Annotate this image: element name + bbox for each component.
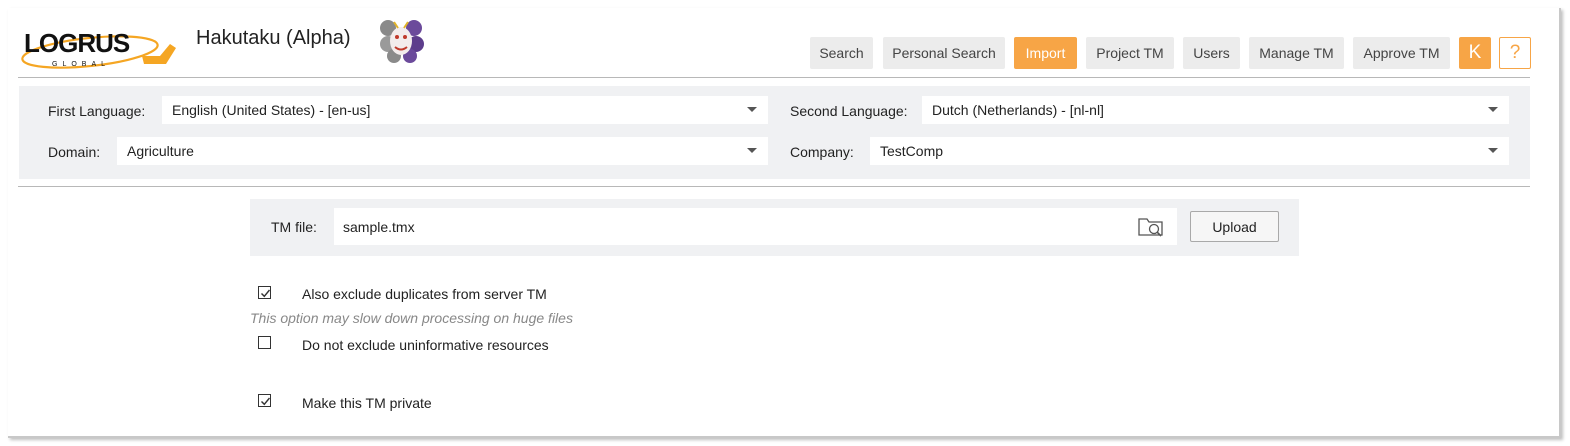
uninformative-checkbox[interactable] (258, 336, 271, 349)
help-button[interactable]: ? (1499, 37, 1531, 69)
hakutaku-mascot-icon (380, 20, 424, 63)
nav-users-button[interactable]: Users (1183, 37, 1240, 69)
svg-text:LOGRUS: LOGRUS (24, 28, 130, 58)
chevron-down-icon (747, 107, 757, 112)
chevron-down-icon (747, 148, 757, 153)
domain-label: Domain: (48, 144, 101, 160)
filter-divider (18, 186, 1530, 187)
domain-value: Agriculture (127, 143, 194, 159)
checkmark-icon (261, 289, 271, 298)
tm-file-label: TM file: (271, 219, 317, 235)
app-window: LOGRUS GLOBAL Hakutaku (Alpha) Search Pe… (8, 8, 1561, 438)
chevron-down-icon (1488, 148, 1498, 153)
logrus-global-logo: LOGRUS GLOBAL (21, 28, 176, 69)
user-avatar-button[interactable]: K (1459, 37, 1491, 69)
tm-file-value: sample.tmx (343, 218, 415, 235)
exclude-duplicates-label: Also exclude duplicates from server TM (302, 286, 547, 302)
nav-project-tm-button[interactable]: Project TM (1086, 37, 1174, 69)
nav-manage-tm-button[interactable]: Manage TM (1249, 37, 1344, 69)
second-language-label: Second Language: (790, 103, 908, 119)
private-tm-checkbox[interactable] (258, 394, 271, 407)
nav-personal-search-button[interactable]: Personal Search (883, 37, 1005, 69)
nav-search-button[interactable]: Search (810, 37, 873, 69)
company-select[interactable]: TestComp (870, 137, 1509, 165)
company-label: Company: (790, 144, 854, 160)
private-tm-label: Make this TM private (302, 395, 432, 411)
domain-select[interactable]: Agriculture (117, 137, 768, 165)
uninformative-label: Do not exclude uninformative resources (302, 337, 549, 353)
nav-approve-tm-button[interactable]: Approve TM (1353, 37, 1450, 69)
tm-file-input[interactable]: sample.tmx (334, 208, 1177, 245)
first-language-value: English (United States) - [en-us] (172, 102, 371, 118)
svg-text:GLOBAL: GLOBAL (52, 61, 110, 68)
checkmark-icon (261, 397, 271, 406)
company-value: TestComp (880, 143, 944, 159)
exclude-duplicates-hint: This option may slow down processing on … (250, 310, 573, 326)
first-language-label: First Language: (48, 103, 146, 119)
first-language-select[interactable]: English (United States) - [en-us] (162, 96, 768, 124)
upload-button[interactable]: Upload (1190, 211, 1279, 242)
filter-panel: First Language: English (United States) … (19, 86, 1530, 179)
app-title: Hakutaku (Alpha) (196, 27, 351, 49)
exclude-duplicates-checkbox[interactable] (258, 286, 271, 299)
browse-folder-icon[interactable] (1137, 215, 1165, 239)
tm-file-panel: TM file: sample.tmx Upload (250, 199, 1299, 256)
header-divider (18, 77, 1530, 78)
second-language-value: Dutch (Netherlands) - [nl-nl] (932, 102, 1104, 118)
nav-import-button[interactable]: Import (1014, 37, 1077, 69)
chevron-down-icon (1488, 107, 1498, 112)
second-language-select[interactable]: Dutch (Netherlands) - [nl-nl] (922, 96, 1509, 124)
